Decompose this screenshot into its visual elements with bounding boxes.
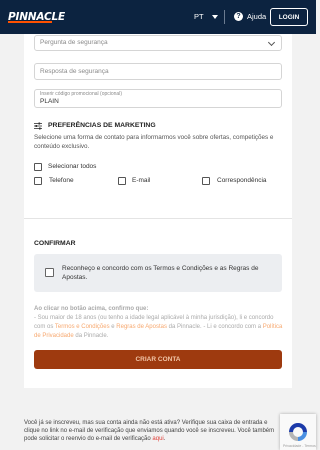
betting-rules-link[interactable]: Regras de Apostas: [116, 324, 167, 330]
email-checkbox[interactable]: [118, 177, 126, 185]
phone-label: Telefone: [49, 177, 74, 184]
promo-code-label: Inserir código promocional (opcional): [40, 91, 122, 97]
language-code: PT: [194, 12, 204, 21]
legal-intro: Ao clicar no botão acima, confirmo que:: [34, 306, 149, 312]
security-answer-placeholder: Resposta de segurança: [40, 68, 109, 75]
marketing-description: Selecione uma forma de contato para info…: [34, 134, 274, 150]
terms-consent-checkbox[interactable]: [45, 268, 54, 277]
help-link[interactable]: ? Ajuda: [234, 12, 266, 21]
legal-line1-end: da Pinnacle. - Li e concordo com a: [166, 324, 263, 330]
section-divider: [24, 218, 292, 219]
legal-confirmation-text: Ao clicar no botão acima, confirmo que: …: [34, 305, 286, 341]
consent-box: Reconheço e concordo com os Termos e Con…: [34, 254, 282, 292]
promo-code-value: PLAIN: [40, 98, 59, 105]
mail-checkbox[interactable]: [202, 177, 210, 185]
recaptcha-footer[interactable]: Privacidade - Termos: [283, 444, 316, 448]
terms-link[interactable]: Termos e Condições: [55, 324, 110, 330]
security-question-select[interactable]: Pergunta de segurança: [34, 35, 282, 51]
email-label: E-mail: [132, 177, 151, 184]
security-answer-input[interactable]: Resposta de segurança: [34, 63, 282, 80]
select-all-checkbox[interactable]: [34, 163, 42, 171]
chevron-down-icon: [211, 14, 218, 19]
footer-end: .: [163, 436, 166, 442]
help-label: Ajuda: [247, 12, 267, 21]
security-question-placeholder: Pergunta de segurança: [40, 39, 108, 46]
sliders-icon: [34, 122, 42, 130]
legal-line2-end: da Pinnacle.: [73, 333, 109, 339]
footer-text: Você já se inscreveu, mas sua conta aind…: [24, 420, 275, 442]
resend-verification-text: Você já se inscreveu, mas sua conta aind…: [24, 419, 282, 443]
recaptcha-icon: [289, 423, 307, 441]
phone-checkbox[interactable]: [34, 177, 42, 185]
language-selector[interactable]: PT: [194, 12, 218, 21]
marketing-preferences-title: PREFERÊNCIAS DE MARKETING: [48, 122, 156, 129]
chevron-down-icon: [267, 38, 276, 47]
create-account-button[interactable]: CRIAR CONTA: [34, 350, 282, 369]
consent-text: Reconheço e concordo com os Termos e Con…: [62, 265, 259, 281]
login-button[interactable]: LOGIN: [270, 8, 308, 26]
resend-verification-link[interactable]: aqui: [152, 436, 163, 442]
confirm-title: CONFIRMAR: [34, 240, 76, 247]
header-divider: [224, 10, 225, 24]
top-navigation-bar: PINNACLE: [0, 0, 316, 34]
logo-accent-line: [8, 21, 52, 23]
promo-code-input[interactable]: Inserir código promocional (opcional) PL…: [34, 89, 282, 108]
select-all-label: Selecionar todos: [48, 163, 97, 170]
help-icon: ?: [234, 12, 243, 21]
mail-label: Correspondência: [217, 177, 267, 184]
